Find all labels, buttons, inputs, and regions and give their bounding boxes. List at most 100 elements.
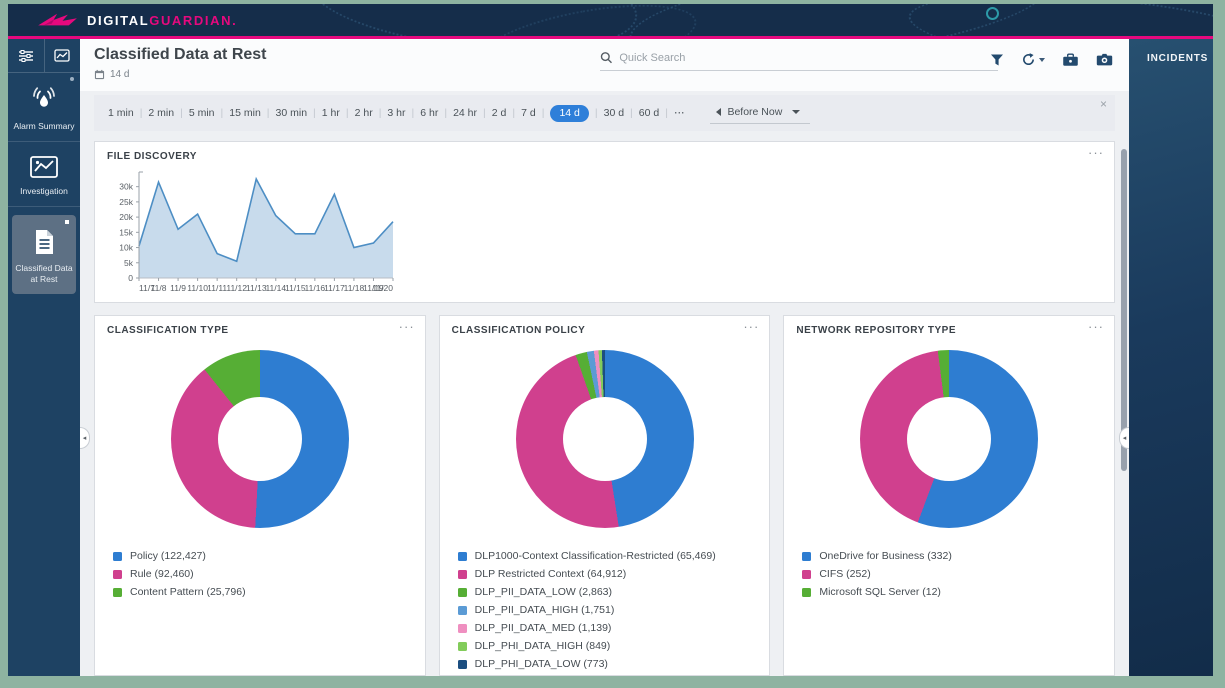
play-back-icon [716, 108, 721, 116]
close-icon[interactable]: × [1100, 98, 1107, 110]
refresh-button[interactable] [1021, 52, 1045, 67]
legend-swatch [113, 588, 122, 597]
option-separator: | [140, 107, 143, 119]
search-input[interactable] [619, 52, 998, 64]
time-option-24-hr[interactable]: 24 hr [453, 107, 477, 119]
card-menu-button[interactable]: ··· [743, 319, 759, 334]
refresh-icon [1021, 52, 1036, 67]
time-option-2-d[interactable]: 2 d [492, 107, 507, 119]
pin-icon[interactable] [65, 220, 69, 224]
chevron-left-icon: ◂ [83, 434, 87, 442]
svg-text:11/8: 11/8 [151, 283, 167, 293]
time-option-1-hr[interactable]: 1 hr [322, 107, 340, 119]
legend-swatch [458, 642, 467, 651]
legend-item[interactable]: Content Pattern (25,796) [113, 586, 425, 598]
gear-icon[interactable] [70, 77, 74, 81]
legend-item[interactable]: DLP_PHI_DATA_HIGH (849) [458, 640, 770, 652]
incidents-panel[interactable]: INCIDENTS [1129, 39, 1213, 676]
legend-label: DLP_PII_DATA_HIGH (1,751) [475, 604, 615, 616]
time-option-6-hr[interactable]: 6 hr [420, 107, 438, 119]
svg-text:5k: 5k [124, 258, 134, 268]
classification-type-donut[interactable] [171, 350, 349, 528]
legend-item[interactable]: DLP1000-Context Classification-Restricte… [458, 550, 770, 562]
time-option-60-d[interactable]: 60 d [639, 107, 659, 119]
chevron-down-icon [792, 110, 800, 114]
sidebar-item-investigation[interactable]: Investigation [8, 142, 80, 207]
time-option-14-d[interactable]: 14 d [550, 105, 588, 122]
time-range-options: 1 min|2 min|5 min|15 min|30 min|1 hr|2 h… [108, 105, 684, 122]
filter-button[interactable] [990, 53, 1004, 67]
svg-text:30k: 30k [119, 182, 133, 192]
legend-swatch [458, 588, 467, 597]
card-menu-button[interactable]: ··· [1088, 319, 1104, 334]
option-separator: | [630, 107, 633, 119]
before-now-dropdown[interactable]: Before Now [710, 103, 810, 124]
legend-item[interactable]: CIFS (252) [802, 568, 1114, 580]
time-option-2-min[interactable]: 2 min [148, 107, 174, 119]
svg-text:11/10: 11/10 [187, 283, 208, 293]
legend-item[interactable]: DLP Restricted Context (64,912) [458, 568, 770, 580]
legend-item[interactable]: Rule (92,460) [113, 568, 425, 580]
briefcase-button[interactable] [1062, 53, 1079, 67]
legend-swatch [458, 570, 467, 579]
option-separator: | [346, 107, 349, 119]
time-option-1-min[interactable]: 1 min [108, 107, 134, 119]
time-option-30-min[interactable]: 30 min [276, 107, 308, 119]
briefcase-icon [1062, 53, 1079, 67]
file-discovery-chart[interactable]: 05k10k15k20k25k30k11/711/811/911/1011/11… [103, 168, 403, 296]
network-repository-type-donut[interactable] [860, 350, 1038, 528]
legend-item[interactable]: DLP_PII_DATA_HIGH (1,751) [458, 604, 770, 616]
camera-button[interactable] [1096, 53, 1113, 66]
svg-text:11/14: 11/14 [265, 283, 286, 293]
legend-item[interactable]: DLP_PHI_DATA_LOW (773) [458, 658, 770, 670]
legend-swatch [113, 552, 122, 561]
quick-search[interactable] [600, 51, 998, 71]
classification-policy-legend: DLP1000-Context Classification-Restricte… [458, 550, 770, 670]
legend-item[interactable]: Microsoft SQL Server (12) [802, 586, 1114, 598]
time-option-2-hr[interactable]: 2 hr [355, 107, 373, 119]
legend-item[interactable]: Policy (122,427) [113, 550, 425, 562]
card-menu-button[interactable]: ··· [1088, 145, 1104, 160]
calendar-icon [94, 69, 105, 80]
svg-text:11/20: 11/20 [372, 283, 393, 293]
sliders-settings-button[interactable] [8, 39, 45, 72]
classification-policy-donut[interactable] [516, 350, 694, 528]
legend-label: Content Pattern (25,796) [130, 586, 246, 598]
date-range-badge: 14 d [110, 69, 129, 80]
investigation-icon [29, 155, 59, 179]
time-option-30-d[interactable]: 30 d [604, 107, 624, 119]
filter-icon [990, 53, 1004, 67]
time-option-3-hr[interactable]: 3 hr [387, 107, 405, 119]
legend-swatch [458, 606, 467, 615]
legend-label: DLP_PHI_DATA_HIGH (849) [475, 640, 611, 652]
option-separator: | [665, 107, 668, 119]
vertical-scrollbar[interactable] [1121, 149, 1127, 471]
date-range-indicator: 14 d [94, 69, 129, 80]
sidebar-item-alarm-summary[interactable]: Alarm Summary [8, 73, 80, 142]
legend-item[interactable]: DLP_PII_DATA_LOW (2,863) [458, 586, 770, 598]
svg-text:11/15: 11/15 [285, 283, 306, 293]
legend-label: OneDrive for Business (332) [819, 550, 951, 562]
time-range-bar: 1 min|2 min|5 min|15 min|30 min|1 hr|2 h… [94, 95, 1115, 131]
legend-item[interactable]: DLP_PII_DATA_MED (1,139) [458, 622, 770, 634]
alarm-icon [29, 86, 59, 114]
sidebar-toolbar [8, 39, 80, 73]
app-window: DIGITALGUARDIAN. [8, 4, 1213, 676]
sliders-icon [18, 49, 34, 63]
brand-primary: DIGITAL [87, 13, 149, 28]
svg-text:11/9: 11/9 [170, 283, 186, 293]
option-separator: | [542, 107, 545, 119]
time-option-7-d[interactable]: 7 d [521, 107, 536, 119]
before-now-label: Before Now [727, 106, 782, 118]
digital-guardian-logo[interactable]: DIGITALGUARDIAN. [36, 4, 237, 36]
dotted-wave-decoration [906, 4, 1213, 36]
sidebar-item-classified-data-at-rest[interactable]: Classified Data at Rest [12, 215, 76, 294]
dashboard-view-button[interactable] [45, 39, 81, 72]
time-option-5-min[interactable]: 5 min [189, 107, 215, 119]
card-title: CLASSIFICATION POLICY [440, 316, 770, 336]
time-option-15-min[interactable]: 15 min [229, 107, 261, 119]
legend-item[interactable]: OneDrive for Business (332) [802, 550, 1114, 562]
header-actions [990, 52, 1113, 67]
time-options-more-button[interactable]: ⋯ [674, 107, 685, 119]
card-menu-button[interactable]: ··· [399, 319, 415, 334]
